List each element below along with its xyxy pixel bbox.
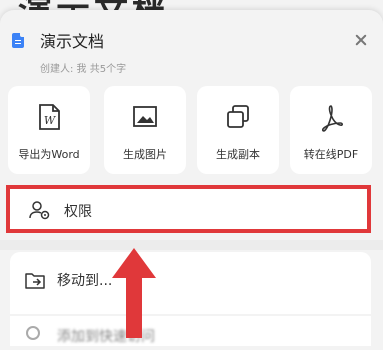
action-grid: W 导出为Word 生成图片 生成副本 转在线PDF xyxy=(8,86,378,174)
generate-image-label: 生成图片 xyxy=(123,148,167,161)
section-divider xyxy=(0,240,383,250)
menu-item-move-label: 移动到... xyxy=(57,273,113,289)
to-online-pdf-label: 转在线PDF xyxy=(303,148,359,161)
pdf-icon xyxy=(321,105,344,132)
copy-icon xyxy=(227,105,249,128)
export-word-label: 导出为Word xyxy=(18,148,80,161)
folder-move-icon xyxy=(25,273,45,289)
user-settings-icon xyxy=(29,201,50,220)
menu-item-next[interactable]: 添加到快速访问 xyxy=(10,316,371,346)
sheet-header: 演示文档 创建人: 我 共5个字 xyxy=(0,10,383,90)
document-title: 演示文档 xyxy=(40,32,105,51)
create-copy-button[interactable]: 生成副本 xyxy=(197,86,279,174)
circle-icon xyxy=(26,326,40,340)
image-icon xyxy=(133,106,157,127)
menu-item-permission[interactable]: 权限 xyxy=(6,185,371,233)
menu-item-move[interactable]: 移动到... xyxy=(10,252,371,314)
create-copy-label: 生成副本 xyxy=(216,148,260,161)
document-icon xyxy=(12,33,24,48)
generate-image-button[interactable]: 生成图片 xyxy=(104,86,186,174)
document-meta: 创建人: 我 共5个字 xyxy=(40,64,127,75)
export-word-button[interactable]: W 导出为Word xyxy=(8,86,90,174)
close-icon[interactable] xyxy=(355,34,367,46)
svg-text:W: W xyxy=(44,114,57,127)
word-icon: W xyxy=(39,104,60,130)
to-online-pdf-button[interactable]: 转在线PDF xyxy=(290,86,372,174)
menu-item-permission-label: 权限 xyxy=(64,204,92,220)
annotation-arrow-icon xyxy=(112,248,156,338)
